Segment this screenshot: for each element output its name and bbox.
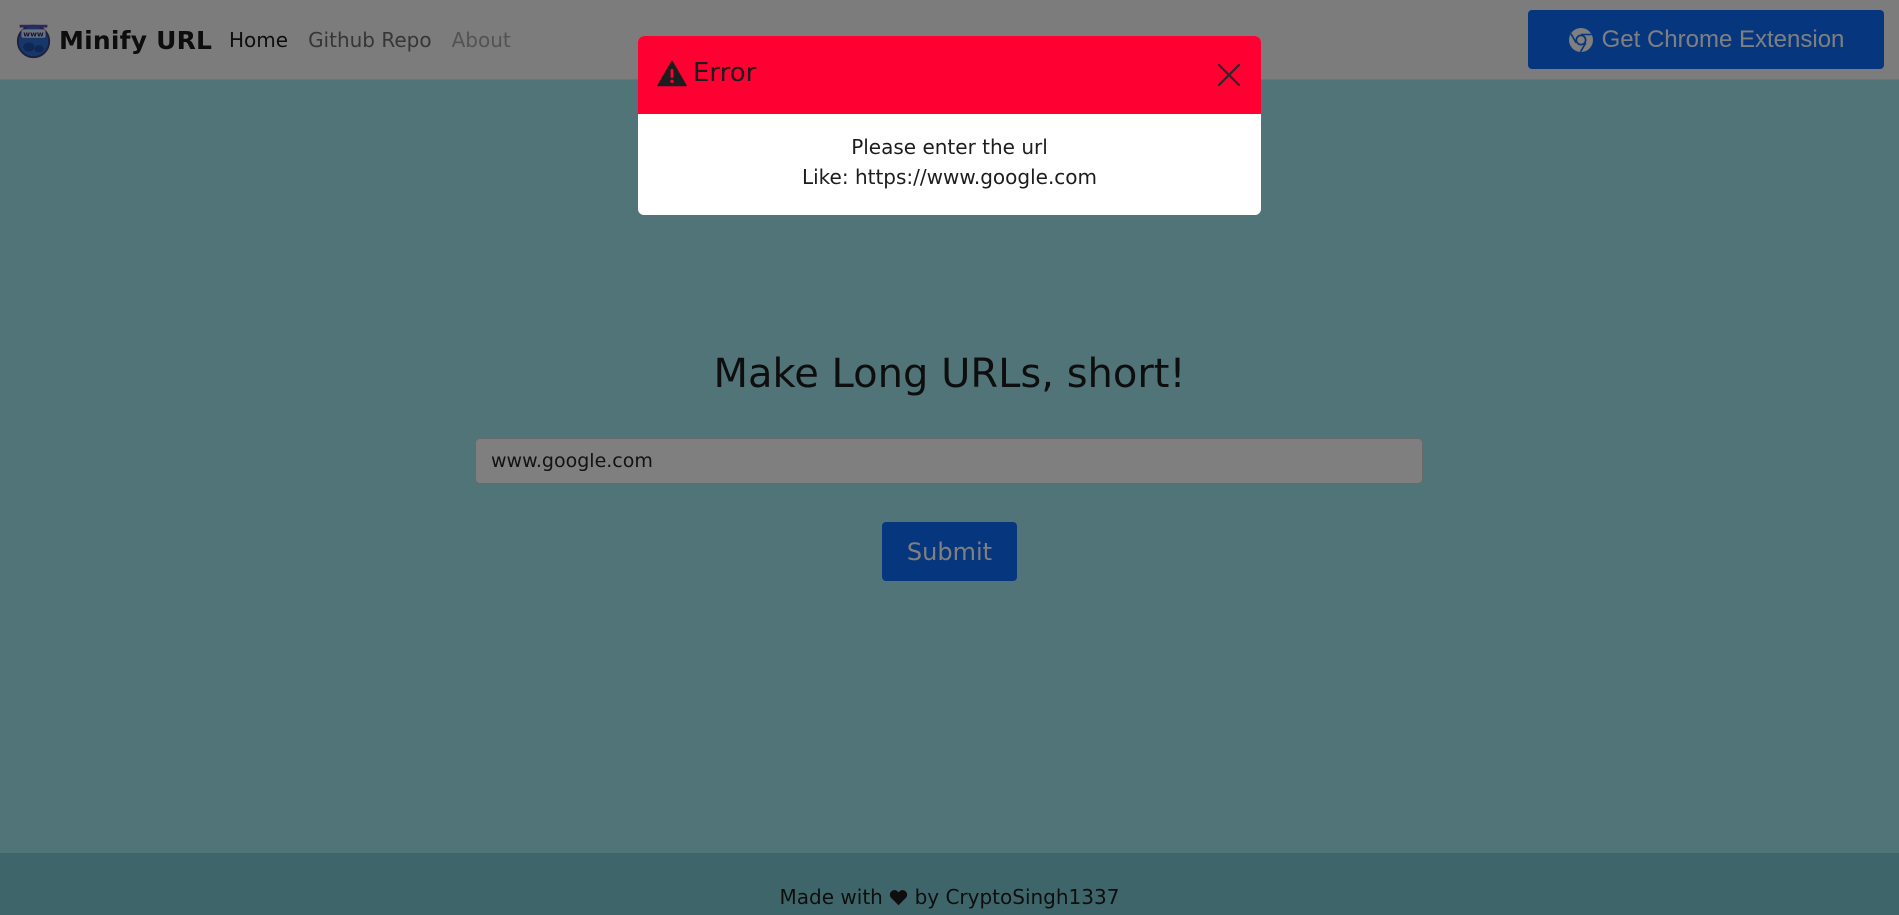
modal-header: Error xyxy=(638,36,1261,114)
modal-title: Error xyxy=(657,58,756,88)
modal-message-line-1: Please enter the url xyxy=(851,135,1048,159)
modal-title-text: Error xyxy=(693,58,757,88)
modal-message-line-2: Like: https://www.google.com xyxy=(801,165,1098,189)
warning-triangle-icon xyxy=(657,60,687,86)
close-icon[interactable] xyxy=(1216,62,1242,88)
error-modal: Error Please enter the url Like: https:/… xyxy=(638,36,1261,215)
modal-body: Please enter the url Like: https://www.g… xyxy=(638,132,1261,192)
